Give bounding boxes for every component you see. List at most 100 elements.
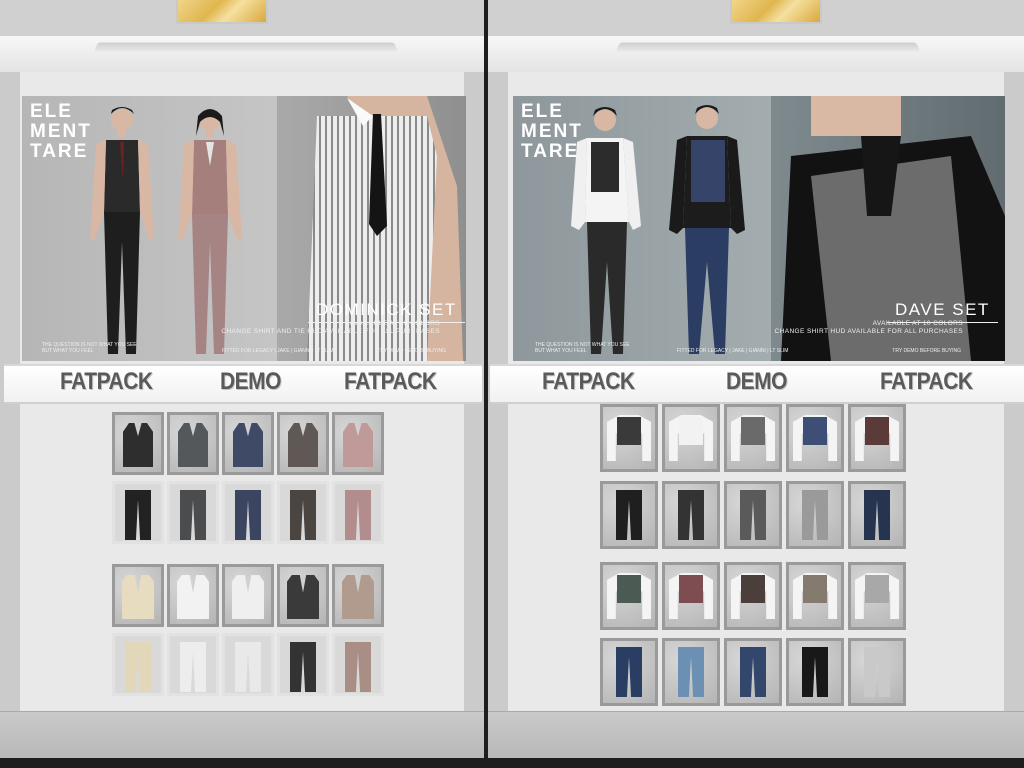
product-tile[interactable] bbox=[332, 481, 384, 544]
fatpack-sign[interactable]: FATPACK bbox=[344, 368, 437, 396]
pant-item bbox=[125, 642, 151, 692]
product-tile[interactable] bbox=[724, 404, 782, 472]
product-tile[interactable] bbox=[167, 564, 219, 627]
pant-item bbox=[616, 490, 642, 540]
sign-shelf-right: FATPACK DEMO FATPACK bbox=[490, 364, 1024, 404]
product-tile[interactable] bbox=[600, 404, 658, 472]
demo-sign[interactable]: DEMO bbox=[220, 368, 282, 396]
ceiling-light bbox=[94, 42, 398, 52]
product-tile[interactable] bbox=[277, 633, 329, 696]
fit-info: FITTED FOR LEGACY | JAKE | GIANNI | LT S… bbox=[222, 348, 334, 354]
demo-sign[interactable]: DEMO bbox=[726, 368, 788, 396]
product-tile[interactable] bbox=[848, 404, 906, 472]
product-tile[interactable] bbox=[167, 481, 219, 544]
product-tile[interactable] bbox=[222, 564, 274, 627]
jacket-item bbox=[232, 575, 264, 619]
ceiling-picture bbox=[732, 0, 820, 22]
fatpack-sign[interactable]: FATPACK bbox=[880, 368, 973, 396]
product-tile[interactable] bbox=[277, 564, 329, 627]
fatpack-sign[interactable]: FATPACK bbox=[542, 368, 635, 396]
product-tile[interactable] bbox=[662, 404, 720, 472]
pant-item bbox=[235, 490, 261, 540]
product-tile[interactable] bbox=[222, 412, 274, 475]
demo-note: TRY DEMO BEFORE BUYING bbox=[377, 348, 446, 354]
models-illustration bbox=[571, 105, 745, 354]
product-tile[interactable] bbox=[724, 481, 782, 549]
product-tile[interactable] bbox=[112, 412, 164, 475]
jacket-item bbox=[342, 575, 374, 619]
product-tile[interactable] bbox=[277, 412, 329, 475]
product-tile[interactable] bbox=[112, 481, 164, 544]
product-tile[interactable] bbox=[786, 481, 844, 549]
product-tile[interactable] bbox=[724, 562, 782, 630]
sign-shelf-left: FATPACK DEMO FATPACK bbox=[4, 364, 482, 404]
pants-grid bbox=[600, 638, 906, 706]
product-tile[interactable] bbox=[600, 638, 658, 706]
jacket-item bbox=[177, 575, 209, 619]
vest-overlay bbox=[803, 417, 827, 445]
vest-overlay bbox=[741, 575, 765, 603]
dave-set-poster[interactable]: ELE MENT TARE DAVE SET AVAILABLE AT 10 C… bbox=[513, 96, 1005, 361]
vest-grid bbox=[112, 412, 384, 475]
product-tile[interactable] bbox=[600, 562, 658, 630]
pant-item bbox=[616, 647, 642, 697]
dominick-set-poster[interactable]: ELE MENT TARE DOMINICK SET AVAILABLE AT … bbox=[22, 96, 466, 361]
vest-item bbox=[178, 423, 208, 467]
pant-item bbox=[864, 647, 890, 697]
product-tile[interactable] bbox=[277, 481, 329, 544]
set-subtitle: AVAILABLE AT 10 COLORS CHANGE SHIRT AND … bbox=[221, 320, 440, 335]
product-tile[interactable] bbox=[786, 404, 844, 472]
product-tile[interactable] bbox=[848, 481, 906, 549]
product-tile[interactable] bbox=[662, 638, 720, 706]
pant-item bbox=[864, 490, 890, 540]
product-tile[interactable] bbox=[600, 481, 658, 549]
product-tile[interactable] bbox=[662, 481, 720, 549]
vest-overlay bbox=[803, 575, 827, 603]
product-tile[interactable] bbox=[786, 562, 844, 630]
top-grid bbox=[600, 404, 906, 472]
product-tile[interactable] bbox=[332, 633, 384, 696]
product-tile[interactable] bbox=[112, 564, 164, 627]
product-tile[interactable] bbox=[848, 638, 906, 706]
vest-item bbox=[123, 423, 153, 467]
product-tile[interactable] bbox=[167, 633, 219, 696]
vest-item bbox=[288, 423, 318, 467]
pant-item bbox=[802, 647, 828, 697]
pants-grid bbox=[112, 481, 384, 544]
vest-overlay bbox=[741, 417, 765, 445]
product-tile[interactable] bbox=[724, 638, 782, 706]
product-tile[interactable] bbox=[222, 481, 274, 544]
ceiling-beam bbox=[0, 36, 484, 73]
vest-item bbox=[343, 423, 373, 467]
slogan: THE QUESTION IS NOT WHAT YOU SEE BUT WHA… bbox=[42, 342, 137, 354]
pant-item bbox=[678, 647, 704, 697]
product-tile[interactable] bbox=[112, 633, 164, 696]
vest-overlay bbox=[617, 575, 641, 603]
vest-overlay bbox=[617, 417, 641, 445]
jacket-item bbox=[287, 575, 319, 619]
product-tile[interactable] bbox=[848, 562, 906, 630]
pants-grid bbox=[600, 481, 906, 549]
vest-overlay bbox=[865, 575, 889, 603]
floor bbox=[0, 711, 484, 758]
pant-item bbox=[235, 642, 261, 692]
pant-item bbox=[740, 490, 766, 540]
jacket-item bbox=[122, 575, 154, 619]
demo-note: TRY DEMO BEFORE BUYING bbox=[892, 348, 961, 354]
slogan: THE QUESTION IS NOT WHAT YOU SEE BUT WHA… bbox=[535, 342, 630, 354]
product-tile[interactable] bbox=[786, 638, 844, 706]
pant-item bbox=[125, 490, 151, 540]
pant-item bbox=[678, 490, 704, 540]
set-subtitle: AVAILABLE AT 10 COLORS CHANGE SHIRT HUD … bbox=[774, 320, 963, 335]
pant-item bbox=[290, 490, 316, 540]
fit-info: FITTED FOR LEGACY | JAKE | GIANNI | LT S… bbox=[677, 348, 789, 354]
fatpack-sign[interactable]: FATPACK bbox=[60, 368, 153, 396]
product-tile[interactable] bbox=[167, 412, 219, 475]
pant-item bbox=[180, 642, 206, 692]
product-tile[interactable] bbox=[332, 564, 384, 627]
pant-item bbox=[345, 642, 371, 692]
product-tile[interactable] bbox=[332, 412, 384, 475]
product-tile[interactable] bbox=[662, 562, 720, 630]
product-tile[interactable] bbox=[222, 633, 274, 696]
pant-item bbox=[802, 490, 828, 540]
